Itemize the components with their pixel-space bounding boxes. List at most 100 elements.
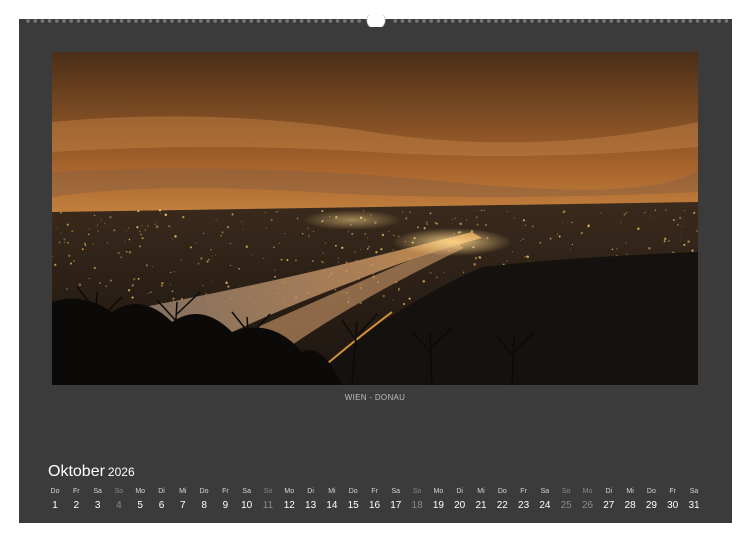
binding-dot <box>443 19 448 23</box>
day-cell: Fr 16 <box>364 487 386 513</box>
binding-dot <box>393 19 398 23</box>
binding-dot <box>112 19 117 23</box>
day-number: 15 <box>347 500 359 511</box>
binding-dot <box>458 19 462 23</box>
binding-dot <box>688 19 693 23</box>
weekday-label: Fr <box>371 488 378 495</box>
binding-dot <box>566 19 570 23</box>
day-number: 13 <box>305 500 317 511</box>
binding-dot <box>573 19 577 23</box>
day-number: 26 <box>581 500 594 511</box>
binding-dot <box>559 19 563 23</box>
binding-dot <box>307 19 311 23</box>
binding-dot <box>191 19 196 23</box>
day-cell: Di 13 <box>300 487 322 513</box>
binding-dot <box>249 19 253 23</box>
binding-dot <box>638 19 642 23</box>
day-number: 4 <box>116 500 122 511</box>
binding-dot <box>580 19 585 23</box>
binding-dot <box>76 19 81 23</box>
binding-dot <box>422 19 426 23</box>
binding-dot <box>119 19 124 23</box>
weekday-label: Mo <box>135 488 146 495</box>
binding-dot <box>40 19 45 23</box>
binding-dot <box>220 19 225 23</box>
binding-dot <box>271 19 275 23</box>
day-number: 29 <box>645 500 657 511</box>
binding-dot <box>451 19 455 23</box>
day-number: 27 <box>603 500 615 511</box>
day-number: 31 <box>688 500 700 511</box>
binding-dot <box>69 19 73 23</box>
day-cell: Fr 23 <box>513 487 535 513</box>
binding-dot <box>465 19 470 23</box>
binding-dot <box>206 19 210 23</box>
day-cell: Mo 5 <box>129 487 151 513</box>
day-number: 20 <box>454 500 466 511</box>
binding-dot <box>314 19 318 23</box>
binding-dot <box>530 19 534 23</box>
day-cell: Do 22 <box>491 487 513 513</box>
weekday-label: Sa <box>391 488 401 495</box>
binding-dot <box>645 19 649 23</box>
day-cell: Fr 2 <box>65 487 87 513</box>
binding-dot <box>587 19 592 23</box>
binding-dot <box>609 19 613 23</box>
binding-dot <box>335 19 340 23</box>
month-year: 2026 <box>107 465 135 479</box>
binding-dot <box>199 19 203 23</box>
day-cell: Di 20 <box>449 487 471 513</box>
weekday-label: Do <box>646 488 656 495</box>
binding-dot <box>127 19 131 23</box>
day-cell: Mi 28 <box>619 487 641 513</box>
binding-dot <box>472 19 477 23</box>
binding-dot <box>141 19 145 23</box>
binding-dot <box>602 19 606 23</box>
binding-dot <box>321 19 326 23</box>
binding-dot <box>256 19 261 23</box>
binding-dot <box>292 19 297 23</box>
weekday-label: Mi <box>477 488 485 495</box>
binding-dot <box>659 19 664 23</box>
day-cell: Mo 12 <box>278 487 300 513</box>
weekday-label: Do <box>497 488 507 495</box>
weekday-label: Di <box>307 488 314 495</box>
day-number: 22 <box>496 500 508 511</box>
binding-dot <box>415 19 419 23</box>
binding-dot <box>674 19 678 23</box>
day-number: 16 <box>368 500 381 511</box>
month-name: Oktober <box>48 463 105 480</box>
binding-dot <box>407 19 412 23</box>
binding-dot <box>523 19 527 23</box>
day-number: 8 <box>201 500 207 511</box>
weekday-label: So <box>561 488 571 495</box>
binding-dot <box>33 19 37 23</box>
binding-dot <box>170 19 174 23</box>
binding-dot <box>400 19 405 23</box>
weekday-label: Sa <box>242 488 251 495</box>
day-number: 19 <box>432 500 444 511</box>
day-number: 5 <box>137 500 143 511</box>
weekday-label: Mi <box>328 488 336 495</box>
binding-dot <box>479 19 484 23</box>
binding-dot <box>667 19 671 23</box>
binding-dot <box>148 19 153 23</box>
day-number: 10 <box>241 500 253 511</box>
binding-dot <box>285 19 290 23</box>
day-cell: Mo 19 <box>427 487 449 513</box>
binding-dot <box>357 19 362 23</box>
weekday-label: Sa <box>93 488 102 495</box>
weekday-label: Do <box>50 488 60 495</box>
day-strip: Do 1 Fr 2 Sa 3 So 4 Mo 5 Di 6 Mi 7 Do 8 Fr 9 Sa 10 So 11 Mo 12 D… <box>44 487 708 513</box>
weekday-label: Fr <box>72 488 80 495</box>
day-number: 11 <box>262 500 274 511</box>
day-number: 6 <box>158 500 165 511</box>
binding-dot <box>278 19 282 23</box>
binding-dot <box>616 19 621 23</box>
weekday-label: Do <box>199 488 209 495</box>
day-cell: So 25 <box>555 487 577 513</box>
day-number: 14 <box>326 500 338 511</box>
calendar-photo <box>52 52 698 385</box>
binding-dot <box>623 19 628 23</box>
weekday-label: So <box>412 488 422 495</box>
